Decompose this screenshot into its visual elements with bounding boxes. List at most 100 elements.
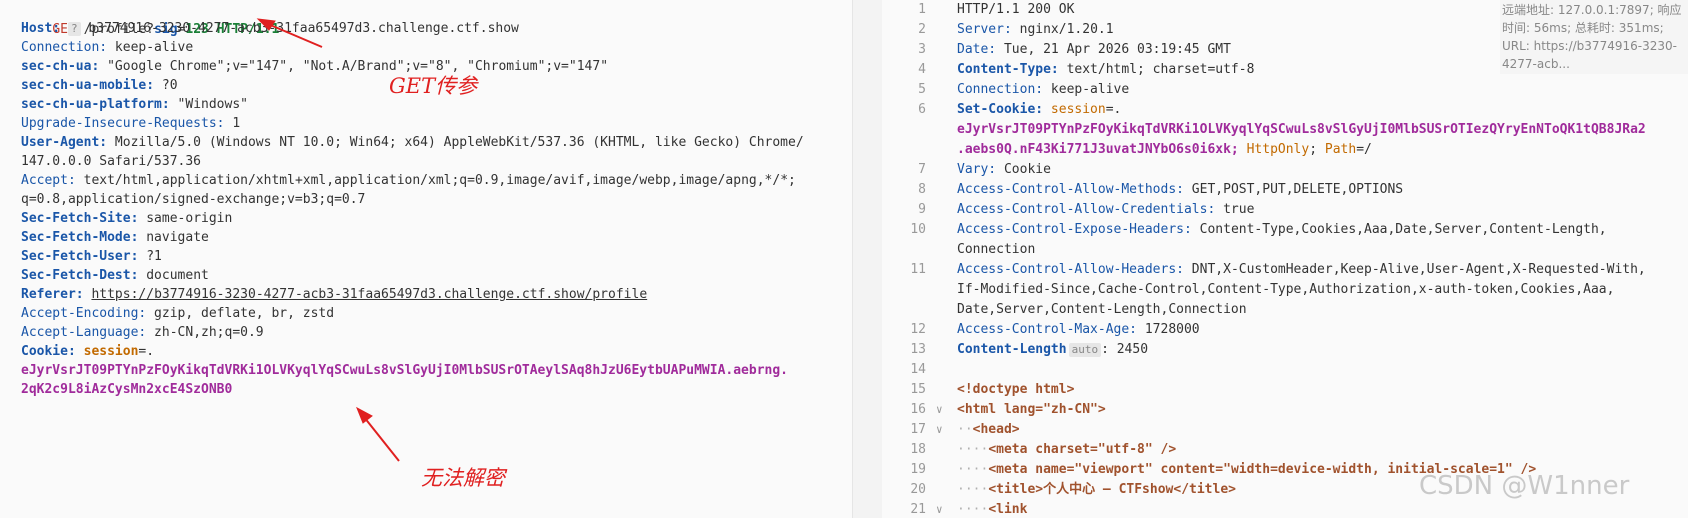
cookie-name: session <box>1043 102 1106 117</box>
html-source: <html lang="zh-CN"> <box>957 402 1106 417</box>
line-number: 21 <box>910 502 926 517</box>
indent-guide: ···· <box>957 462 989 477</box>
header-value: keep-alive <box>1043 82 1130 97</box>
header-set-cookie: Set-Cookie: session=. <box>957 100 1121 120</box>
annotation-get-param: GET传参 <box>389 74 478 98</box>
header-key: Access-Control-Allow-Credentials: <box>957 202 1216 217</box>
html-line: ····<title>个人中心 — CTFshow</title> <box>957 480 1236 500</box>
response-header: Date: Tue, 21 Apr 2026 03:19:45 GMT <box>957 40 1231 60</box>
cookie-path-key: Path <box>1317 142 1357 157</box>
header-key: Access-Control-Allow-Headers: <box>957 262 1184 277</box>
request-pane[interactable]: GET /profile?sig=123 HTTP/1.1 Host: ? b3… <box>0 0 852 518</box>
cookie-value: .aebs0Q.nF43Ki771J3uvatJNYbO6s0i6xk; <box>957 142 1239 157</box>
cookie-value: eJyrVsrJT09PTYnPzFOyKikqTdVRKi1OLVKyqlYq… <box>957 122 1646 137</box>
header-key: Connection: <box>957 82 1044 97</box>
line-number: 15 <box>910 382 926 397</box>
header-value: text/html; charset=utf-8 <box>1058 62 1255 77</box>
header-value: If-Modified-Since,Cache-Control,Content-… <box>957 282 1615 297</box>
cookie-path-val: =/ <box>1356 142 1372 157</box>
indent-guide: ···· <box>957 502 989 517</box>
cookie-sep: ; <box>1309 142 1318 157</box>
line-number: 16 <box>910 402 926 417</box>
response-header: Content-Type: text/html; charset=utf-8 <box>957 60 1254 80</box>
header-key: Access-Control-Expose-Headers: <box>957 222 1192 237</box>
response-header: Access-Control-Allow-Methods: GET,POST,P… <box>957 180 1403 200</box>
line-number: 11 <box>910 262 926 277</box>
fold-chevron-icon[interactable]: ∨ <box>936 500 943 520</box>
html-source: <head> <box>972 422 1020 437</box>
header-value: Content-Type,Cookies,Aaa,Date,Server,Con… <box>1191 222 1607 237</box>
header-content-length: Content-Length auto: 2450 <box>957 340 1148 360</box>
response-header-cont: Connection <box>957 240 1035 260</box>
response-header: Access-Control-Expose-Headers: Content-T… <box>957 220 1607 240</box>
response-status: HTTP/1.1 200 OK <box>957 0 1074 20</box>
fold-chevron-icon[interactable]: ∨ <box>936 420 943 440</box>
line-number: 7 <box>918 162 926 177</box>
line-number: 20 <box>910 482 926 497</box>
pane-splitter[interactable] <box>852 0 884 518</box>
indent-guide: ·· <box>957 422 973 437</box>
line-number: 19 <box>910 462 926 477</box>
header-key: Server: <box>957 22 1012 37</box>
header-key: Content-Length <box>957 342 1067 357</box>
html-line: ··<head> <box>957 420 1020 440</box>
html-line: <html lang="zh-CN"> <box>957 400 1106 420</box>
line-number: 4 <box>918 62 926 77</box>
header-value: : 2450 <box>1101 342 1149 357</box>
line-number: 13 <box>910 342 926 357</box>
response-header-cont: If-Modified-Since,Cache-Control,Content-… <box>957 280 1614 300</box>
line-number: 8 <box>918 182 926 197</box>
line-number: 17 <box>910 422 926 437</box>
line-number: 12 <box>910 322 926 337</box>
auto-badge[interactable]: auto <box>1068 343 1102 357</box>
set-cookie-cont: .aebs0Q.nF43Ki771J3uvatJNYbO6s0i6xk; Htt… <box>957 140 1372 160</box>
header-value: 1728000 <box>1137 322 1200 337</box>
response-header: Connection: keep-alive <box>957 80 1129 100</box>
cookie-flag: HttpOnly <box>1238 142 1310 157</box>
arrow-get-param <box>256 18 323 48</box>
header-value: Date,Server,Content-Length,Connection <box>957 302 1247 317</box>
header-value: true <box>1215 202 1255 217</box>
response-header: Server: nginx/1.20.1 <box>957 20 1114 40</box>
header-value: Tue, 21 Apr 2026 03:19:45 GMT <box>996 42 1231 57</box>
html-line: ····<meta charset="utf-8" /> <box>957 440 1176 460</box>
response-header: Access-Control-Allow-Headers: DNT,X-Cust… <box>957 260 1646 280</box>
header-value: Connection <box>957 242 1036 257</box>
header-key: Access-Control-Max-Age: <box>957 322 1138 337</box>
html-source: <link <box>988 502 1028 517</box>
header-value: nginx/1.20.1 <box>1011 22 1114 37</box>
annotation-cannot-decrypt: 无法解密 <box>421 466 505 490</box>
response-header-cont: Date,Server,Content-Length,Connection <box>957 300 1247 320</box>
response-header: Access-Control-Max-Age: 1728000 <box>957 320 1200 340</box>
header-value: GET,POST,PUT,DELETE,OPTIONS <box>1183 182 1404 197</box>
line-number: 18 <box>910 442 926 457</box>
header-key: Set-Cookie: <box>957 102 1044 117</box>
html-source: <meta charset="utf-8" /> <box>988 442 1177 457</box>
remote-info: 远端地址: 127.0.0.1:7897; 响应时间: 56ms; 总耗时: 3… <box>1500 0 1688 74</box>
response-header: Access-Control-Allow-Credentials: true <box>957 200 1254 220</box>
html-source: <title>个人中心 — CTFshow</title> <box>988 482 1236 497</box>
header-key: Date: <box>957 42 997 57</box>
header-key: Access-Control-Allow-Methods: <box>957 182 1184 197</box>
html-line: ····<link <box>957 500 1027 520</box>
cookie-eq: =. <box>1105 102 1122 117</box>
line-number: 1 <box>918 2 926 17</box>
header-key: Content-Type: <box>957 62 1059 77</box>
indent-guide: ···· <box>957 442 989 457</box>
html-source: <!doctype html> <box>957 382 1075 397</box>
header-key: Vary: <box>957 162 997 177</box>
html-line: <!doctype html> <box>957 380 1074 400</box>
line-number: 14 <box>910 362 926 377</box>
set-cookie-cont: eJyrVsrJT09PTYnPzFOyKikqTdVRKi1OLVKyqlYq… <box>957 120 1646 140</box>
line-number: 5 <box>918 82 926 97</box>
line-number: 9 <box>918 202 926 217</box>
arrow-cannot-decrypt <box>356 406 400 462</box>
line-number: 2 <box>918 22 926 37</box>
fold-chevron-icon[interactable]: ∨ <box>936 400 943 420</box>
header-value: DNT,X-CustomHeader,Keep-Alive,User-Agent… <box>1183 262 1646 277</box>
line-number: 10 <box>910 222 926 237</box>
response-header: Vary: Cookie <box>957 160 1051 180</box>
indent-guide: ···· <box>957 482 989 497</box>
header-value: Cookie <box>996 162 1051 177</box>
line-number: 3 <box>918 42 926 57</box>
